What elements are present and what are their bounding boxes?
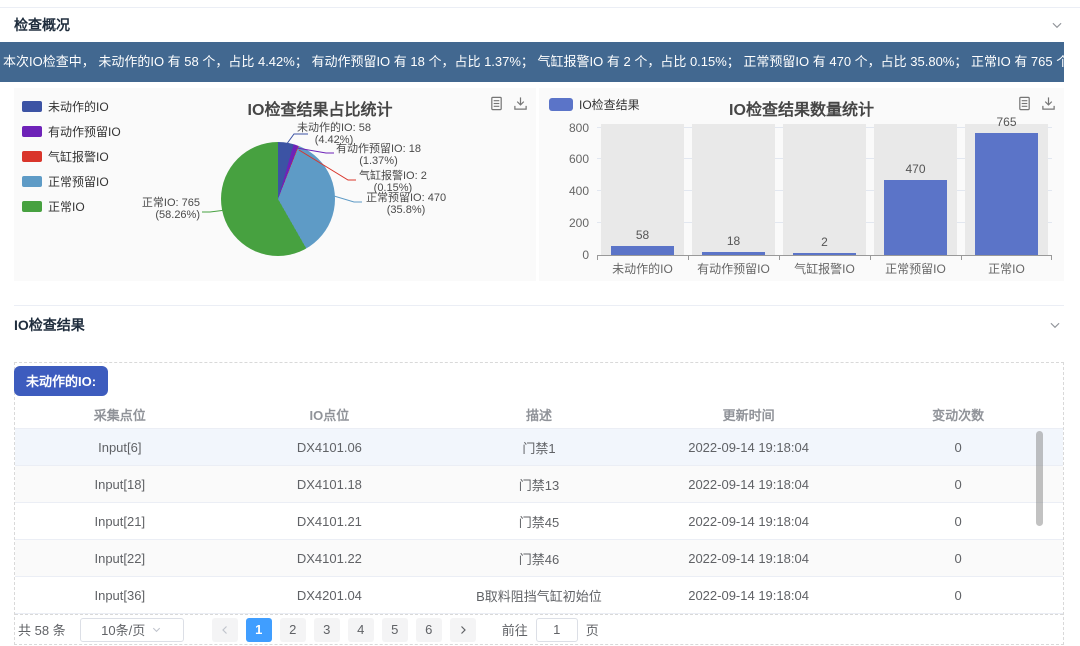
- pie-label: 正常IO: 765(58.26%): [142, 198, 200, 221]
- legend-swatch-icon: [22, 126, 42, 137]
- pie-legend-item[interactable]: 正常预留IO: [22, 173, 121, 190]
- bar-value-label: 2: [779, 235, 870, 249]
- results-section: IO检查结果: [14, 305, 1064, 338]
- pie-chart-panel: IO检查结果占比统计 未动作的IO 有动作预留IO 气缸报警IO 正常预留IO …: [14, 88, 536, 281]
- table-row[interactable]: Input[18] DX4101.18 门禁13 2022-09-14 19:1…: [15, 466, 1063, 503]
- bar-value-label: 58: [597, 228, 688, 242]
- table-row[interactable]: Input[36] DX4201.04 B取料阻挡气缸初始位 2022-09-1…: [15, 577, 1063, 614]
- data-view-icon[interactable]: [1017, 96, 1032, 111]
- results-box: 未动作的IO: 采集点位 IO点位 描述 更新时间 变动次数 Input[6] …: [14, 362, 1064, 645]
- page-size-select[interactable]: 10条/页: [80, 618, 184, 642]
- bar-cell[interactable]: 18: [688, 128, 779, 255]
- bar-cell[interactable]: 2: [779, 128, 870, 255]
- pie-legend: 未动作的IO 有动作预留IO 气缸报警IO 正常预留IO 正常IO: [22, 98, 121, 215]
- chevron-down-icon: [1048, 318, 1062, 332]
- pie-legend-item[interactable]: 有动作预留IO: [22, 123, 121, 140]
- results-table: 采集点位 IO点位 描述 更新时间 变动次数 Input[6] DX4101.0…: [15, 401, 1063, 614]
- x-axis-label: 正常IO: [961, 260, 1052, 277]
- legend-swatch-icon: [549, 98, 573, 111]
- pager: 1 2 3 4 5 6: [208, 618, 480, 642]
- legend-swatch-icon: [22, 101, 42, 112]
- page-button[interactable]: 6: [416, 618, 442, 642]
- bar-chart-panel: IO检查结果数量统计 IO检查结果 800 600 400 200 0 58 1: [539, 88, 1064, 281]
- next-page-button[interactable]: [450, 618, 476, 642]
- results-title: IO检查结果: [14, 315, 85, 335]
- x-axis-label: 正常预留IO: [870, 260, 961, 277]
- bar: [702, 252, 766, 255]
- table-row[interactable]: Input[22] DX4101.22 门禁46 2022-09-14 19:1…: [15, 540, 1063, 577]
- page-button[interactable]: 4: [348, 618, 374, 642]
- overview-collapse-button[interactable]: [1050, 18, 1064, 32]
- column-header: 更新时间: [644, 405, 854, 424]
- bar-cell[interactable]: 58: [597, 128, 688, 255]
- bar-x-axis-labels: 未动作的IO 有动作预留IO 气缸报警IO 正常预留IO 正常IO: [597, 260, 1052, 277]
- page-button[interactable]: 2: [280, 618, 306, 642]
- y-axis-tick: 400: [545, 184, 589, 198]
- goto-label: 前往: [502, 620, 528, 639]
- page-button[interactable]: 3: [314, 618, 340, 642]
- chevron-down-icon: [151, 624, 162, 635]
- download-icon[interactable]: [513, 96, 528, 111]
- goto-page-input[interactable]: [536, 618, 578, 642]
- bar-cell[interactable]: 470: [870, 128, 961, 255]
- chevron-down-icon: [1050, 18, 1064, 32]
- bar-legend: IO检查结果: [549, 96, 640, 113]
- data-view-icon[interactable]: [489, 96, 504, 111]
- overview-title: 检查概况: [14, 15, 70, 35]
- bar: [793, 253, 857, 255]
- pie-label: 气缸报警IO: 2(0.15%): [359, 171, 427, 194]
- pagination-total: 共 58 条: [18, 620, 66, 639]
- pie-legend-item[interactable]: 未动作的IO: [22, 98, 121, 115]
- table-row[interactable]: Input[6] DX4101.06 门禁1 2022-09-14 19:18:…: [15, 429, 1063, 466]
- y-axis-tick: 600: [545, 152, 589, 166]
- bar: [884, 180, 948, 255]
- charts-row: IO检查结果占比统计 未动作的IO 有动作预留IO 气缸报警IO 正常预留IO …: [14, 88, 1064, 281]
- x-axis-label: 未动作的IO: [597, 260, 688, 277]
- x-axis-label: 气缸报警IO: [779, 260, 870, 277]
- bar-plot: 800 600 400 200 0 58 18 2 470 765: [597, 128, 1052, 256]
- bar-legend-item[interactable]: IO检查结果: [549, 96, 640, 113]
- prev-page-button[interactable]: [212, 618, 238, 642]
- download-icon[interactable]: [1041, 96, 1056, 111]
- y-axis-tick: 800: [545, 121, 589, 135]
- pie-legend-item[interactable]: 正常IO: [22, 198, 121, 215]
- pie-legend-item[interactable]: 气缸报警IO: [22, 148, 121, 165]
- page-button[interactable]: 5: [382, 618, 408, 642]
- bar-toolbox: [1017, 96, 1056, 111]
- column-header: IO点位: [225, 405, 435, 424]
- column-header: 描述: [434, 405, 644, 424]
- y-axis-tick: 200: [545, 216, 589, 230]
- y-axis-tick: 0: [545, 248, 589, 262]
- pagination: 共 58 条 10条/页 1 2 3 4 5 6 前往 页: [15, 614, 1063, 644]
- legend-swatch-icon: [22, 151, 42, 162]
- pie-toolbox: [489, 96, 528, 111]
- legend-swatch-icon: [22, 176, 42, 187]
- results-section-header: IO检查结果: [14, 312, 1064, 338]
- table-scrollbar[interactable]: [1036, 431, 1043, 526]
- table-row[interactable]: Input[21] DX4101.21 门禁45 2022-09-14 19:1…: [15, 503, 1063, 540]
- pie-label: 有动作预留IO: 18(1.37%): [336, 144, 421, 167]
- overview-section-header: 检查概况: [0, 8, 1080, 42]
- column-header: 采集点位: [15, 405, 225, 424]
- legend-swatch-icon: [22, 201, 42, 212]
- bar: [611, 246, 675, 255]
- x-axis-label: 有动作预留IO: [688, 260, 779, 277]
- bar-cell[interactable]: 765: [961, 128, 1052, 255]
- column-header: 变动次数: [853, 405, 1063, 424]
- bar: [975, 133, 1039, 255]
- results-collapse-button[interactable]: [1048, 318, 1062, 332]
- summary-banner: 本次IO检查中， 未动作的IO 有 58 个，占比 4.42%； 有动作预留IO…: [0, 42, 1064, 82]
- chevron-left-icon: [219, 624, 231, 636]
- chevron-right-icon: [457, 624, 469, 636]
- goto-page: 前往 页: [502, 618, 599, 642]
- bar-value-label: 18: [688, 234, 779, 248]
- bar-value-label: 765: [961, 115, 1052, 129]
- page-suffix-label: 页: [586, 620, 599, 639]
- category-badge[interactable]: 未动作的IO:: [14, 366, 108, 396]
- table-header-row: 采集点位 IO点位 描述 更新时间 变动次数: [15, 401, 1063, 429]
- pie[interactable]: [221, 142, 335, 256]
- pie-label: 正常预留IO: 470(35.8%): [366, 193, 446, 216]
- page-button[interactable]: 1: [246, 618, 272, 642]
- bar-value-label: 470: [870, 162, 961, 176]
